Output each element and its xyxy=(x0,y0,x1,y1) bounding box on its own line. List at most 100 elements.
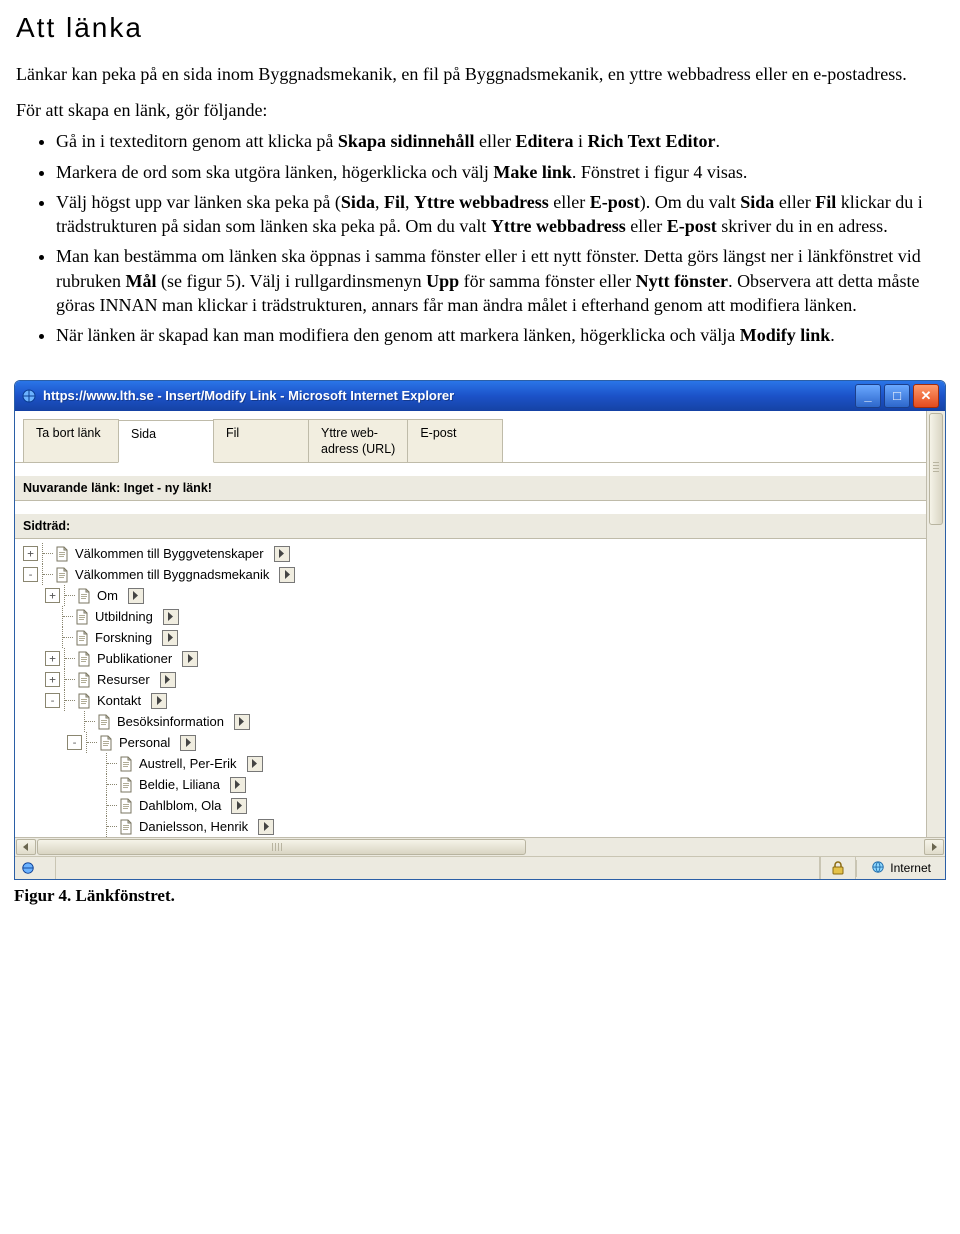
tree-row[interactable]: Beldie, Liliana xyxy=(23,774,926,795)
link-type-tabs: Ta bort länk Sida Fil Yttre web- adress … xyxy=(15,411,926,464)
play-icon[interactable] xyxy=(160,672,176,688)
play-icon[interactable] xyxy=(151,693,167,709)
play-icon[interactable] xyxy=(234,714,250,730)
tree-item-label: Resurser xyxy=(97,672,150,687)
horizontal-scrollbar[interactable] xyxy=(15,837,945,856)
vertical-scrollbar[interactable] xyxy=(926,411,945,838)
page-icon xyxy=(77,588,91,604)
page-icon xyxy=(119,777,133,793)
titlebar[interactable]: https://www.lth.se - Insert/Modify Link … xyxy=(15,381,945,411)
list-item: Gå in i texteditorn genom att klicka på … xyxy=(56,129,944,153)
scroll-right-button[interactable] xyxy=(924,839,944,855)
play-icon[interactable] xyxy=(274,546,290,562)
tree-item-label: Om xyxy=(97,588,118,603)
tree-item-label: Välkommen till Byggnadsmekanik xyxy=(75,567,269,582)
expand-icon[interactable]: + xyxy=(45,588,60,603)
tree-spacer xyxy=(89,799,102,812)
instruction-list: Gå in i texteditorn genom att klicka på … xyxy=(16,129,944,347)
tree-item-label: Välkommen till Byggvetenskaper xyxy=(75,546,264,561)
page-icon xyxy=(55,546,69,562)
ie-icon xyxy=(21,388,37,404)
intro-paragraph: Länkar kan peka på en sida inom Byggnads… xyxy=(16,62,944,86)
list-item: Välj högst upp var länken ska peka på (S… xyxy=(56,190,944,239)
play-icon[interactable] xyxy=(180,735,196,751)
maximize-button[interactable]: □ xyxy=(884,384,910,408)
play-icon[interactable] xyxy=(279,567,295,583)
tree-spacer xyxy=(89,820,102,833)
zone-label: Internet xyxy=(890,861,931,875)
collapse-icon[interactable]: - xyxy=(45,693,60,708)
list-item: Markera de ord som ska utgöra länken, hö… xyxy=(56,160,944,184)
page-icon xyxy=(97,714,111,730)
tab-epost[interactable]: E-post xyxy=(407,419,503,463)
page-tree: + Välkommen till Byggvetenskaper - Välkomme… xyxy=(15,539,926,837)
tree-item-label: Austrell, Per-Erik xyxy=(139,756,237,771)
tab-sida[interactable]: Sida xyxy=(118,420,214,464)
tree-row[interactable]: + Resurser xyxy=(23,669,926,690)
page-icon xyxy=(75,630,89,646)
tree-item-label: Beldie, Liliana xyxy=(139,777,220,792)
list-item: Man kan bestämma om länken ska öppnas i … xyxy=(56,244,944,317)
tree-row[interactable]: Forskning xyxy=(23,627,926,648)
minimize-button[interactable]: _ xyxy=(855,384,881,408)
page-icon xyxy=(119,798,133,814)
tree-spacer xyxy=(45,610,58,623)
figure-caption: Figur 4. Länkfönstret. xyxy=(14,886,944,906)
page-icon xyxy=(77,651,91,667)
page-icon xyxy=(77,672,91,688)
play-icon[interactable] xyxy=(247,756,263,772)
play-icon[interactable] xyxy=(182,651,198,667)
tree-row[interactable]: Besöksinformation xyxy=(23,711,926,732)
tree-item-label: Danielsson, Henrik xyxy=(139,819,248,834)
tree-row[interactable]: - Välkommen till Byggnadsmekanik xyxy=(23,564,926,585)
close-button[interactable]: ✕ xyxy=(913,384,939,408)
tree-item-label: Utbildning xyxy=(95,609,153,624)
current-link-label: Nuvarande länk: Inget - ny länk! xyxy=(15,475,926,501)
scroll-left-button[interactable] xyxy=(16,839,36,855)
tree-row[interactable]: +Publikationer xyxy=(23,648,926,669)
tree-row[interactable]: Utbildning xyxy=(23,606,926,627)
link-dialog-window: https://www.lth.se - Insert/Modify Link … xyxy=(14,380,946,881)
expand-icon[interactable]: + xyxy=(23,546,38,561)
tab-fil[interactable]: Fil xyxy=(213,419,309,463)
play-icon[interactable] xyxy=(163,609,179,625)
collapse-icon[interactable]: - xyxy=(67,735,82,750)
tree-row[interactable]: Danielsson, Henrik xyxy=(23,816,926,837)
globe-icon xyxy=(871,860,885,877)
tree-spacer xyxy=(67,715,80,728)
tab-remove-link[interactable]: Ta bort länk xyxy=(23,419,119,463)
tree-row[interactable]: Dahlblom, Ola xyxy=(23,795,926,816)
tab-yttre-webbadress[interactable]: Yttre web- adress (URL) xyxy=(308,419,408,463)
tree-row[interactable]: + Välkommen till Byggvetenskaper xyxy=(23,543,926,564)
page-icon xyxy=(119,819,133,835)
tree-spacer xyxy=(89,757,102,770)
tree-row[interactable]: - Personal xyxy=(23,732,926,753)
expand-icon[interactable]: + xyxy=(45,651,60,666)
tree-spacer xyxy=(89,778,102,791)
play-icon[interactable] xyxy=(128,588,144,604)
collapse-icon[interactable]: - xyxy=(23,567,38,582)
tree-row[interactable]: + Om xyxy=(23,585,926,606)
ie-logo-icon xyxy=(15,857,56,879)
lead-paragraph: För att skapa en länk, gör följande: xyxy=(16,100,944,121)
play-icon[interactable] xyxy=(231,798,247,814)
list-item: När länken är skapad kan man modifiera d… xyxy=(56,323,944,347)
tree-item-label: Personal xyxy=(119,735,170,750)
tree-item-label: Forskning xyxy=(95,630,152,645)
page-icon xyxy=(75,609,89,625)
scrollbar-thumb[interactable] xyxy=(37,839,526,855)
expand-icon[interactable]: + xyxy=(45,672,60,687)
tree-item-label: Dahlblom, Ola xyxy=(139,798,221,813)
scrollbar-thumb[interactable] xyxy=(929,413,943,525)
tree-row[interactable]: Austrell, Per-Erik xyxy=(23,753,926,774)
play-icon[interactable] xyxy=(162,630,178,646)
lock-icon xyxy=(820,857,856,879)
play-icon[interactable] xyxy=(230,777,246,793)
tree-spacer xyxy=(45,631,58,644)
play-icon[interactable] xyxy=(258,819,274,835)
page-icon xyxy=(77,693,91,709)
tree-row[interactable]: -Kontakt xyxy=(23,690,926,711)
page-icon xyxy=(99,735,113,751)
security-zone: Internet xyxy=(856,860,945,877)
page-icon xyxy=(55,567,69,583)
